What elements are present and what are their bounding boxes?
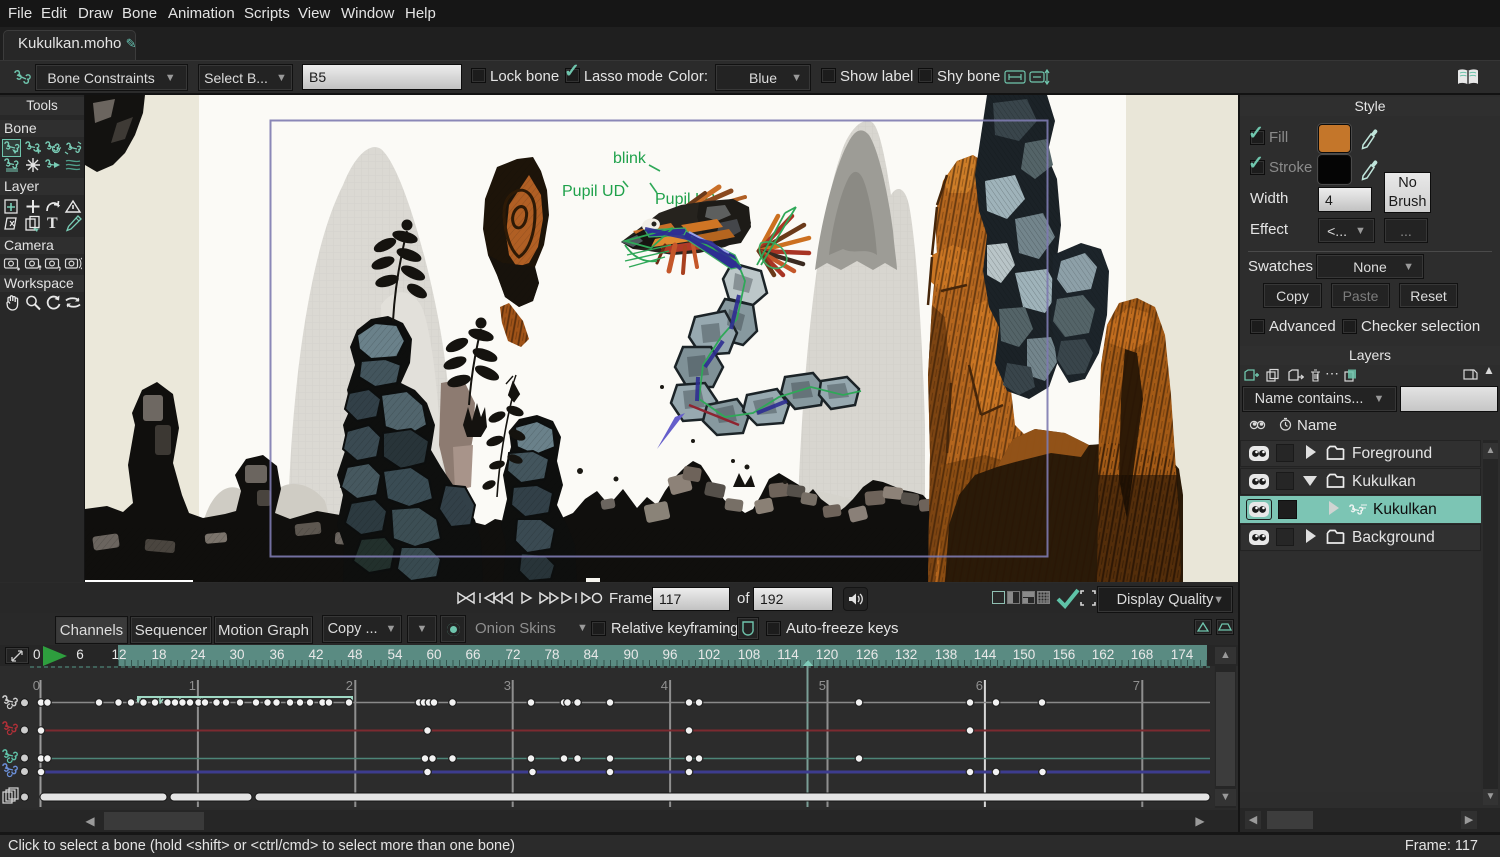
svg-text:blink: blink (613, 150, 647, 167)
svg-text:3: 3 (504, 678, 511, 693)
svg-text:4: 4 (661, 678, 668, 693)
svg-text:1: 1 (189, 678, 196, 693)
svg-text:Pupil UD: Pupil UD (562, 183, 625, 200)
svg-text:5: 5 (819, 678, 826, 693)
svg-text:2: 2 (346, 678, 353, 693)
svg-text:0: 0 (33, 678, 40, 693)
svg-text:6: 6 (976, 678, 983, 693)
svg-text:7: 7 (1133, 678, 1140, 693)
